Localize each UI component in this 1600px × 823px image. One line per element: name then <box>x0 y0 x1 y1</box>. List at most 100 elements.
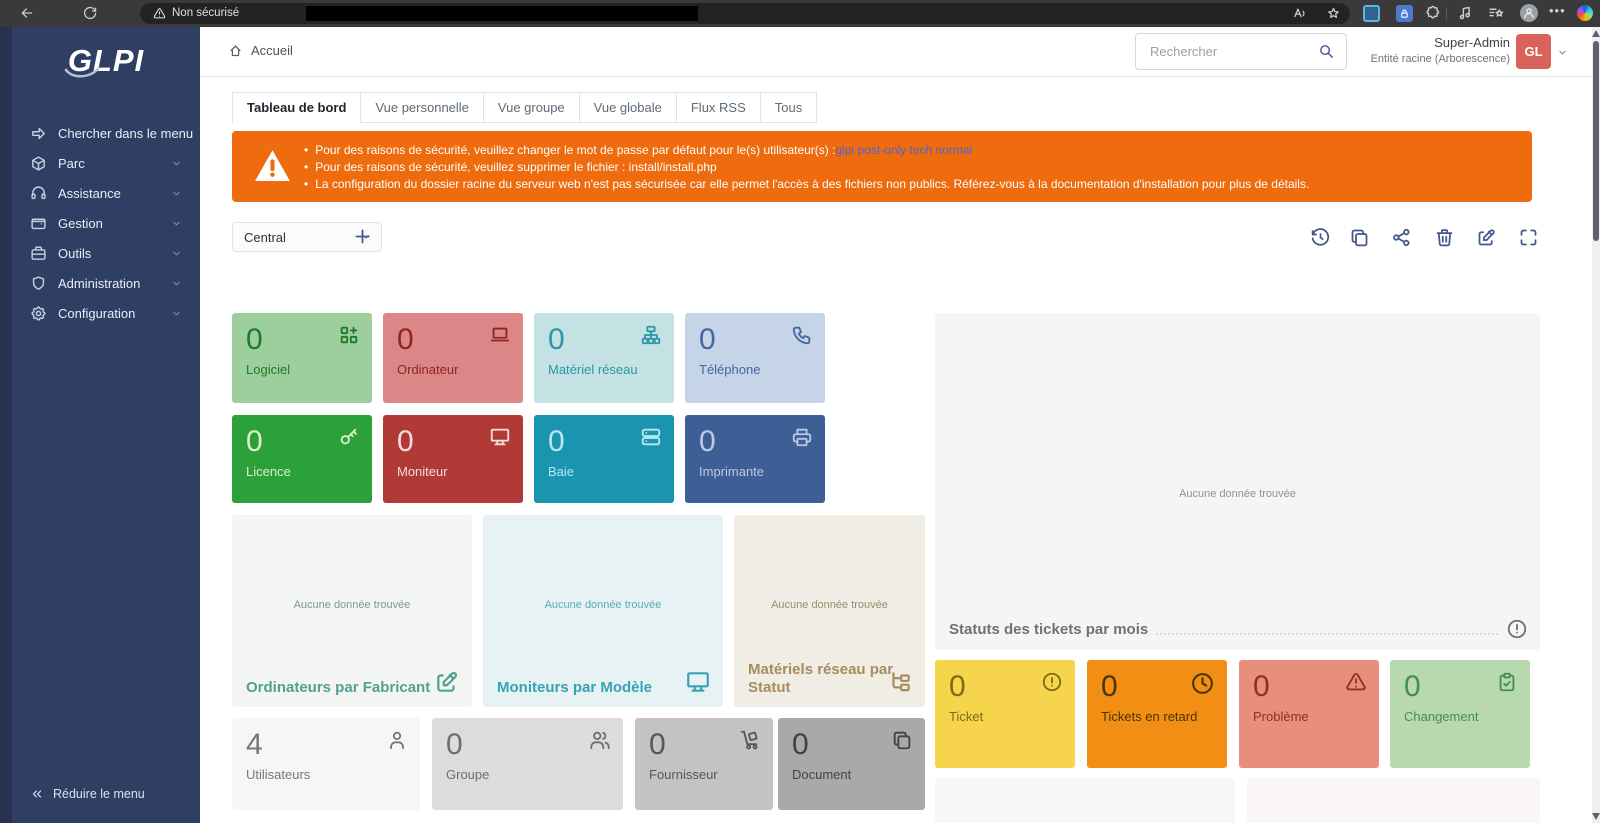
card-changement[interactable]: 0 Changement <box>1390 660 1530 768</box>
card-label: Logiciel <box>246 362 358 377</box>
screen: Non sécurisé ••• GLPI Chercher dans le m… <box>0 0 1600 823</box>
user-menu[interactable]: Super-Admin Entité racine (Arborescence) <box>1371 35 1510 65</box>
scroll-down-arrow[interactable] <box>1592 813 1600 820</box>
network-icon <box>640 324 662 346</box>
edit-dashboard-icon[interactable] <box>1476 227 1497 248</box>
tab-tous[interactable]: Tous <box>760 92 817 123</box>
share-icon[interactable] <box>1391 227 1412 248</box>
global-search <box>1135 33 1347 70</box>
media-controls-icon[interactable] <box>1457 5 1474 22</box>
sidebar-item-chercher[interactable]: Chercher dans le menu <box>0 118 200 148</box>
card-ticket[interactable]: 0 Ticket <box>935 660 1075 768</box>
card-label: Ticket <box>949 709 1061 724</box>
headset-icon <box>30 185 47 202</box>
copilot-icon[interactable] <box>1577 5 1593 21</box>
card-imprimante[interactable]: 0 Imprimante <box>685 415 825 503</box>
server-rack-icon <box>640 426 662 448</box>
tree-icon <box>887 669 913 695</box>
tab-tableau-de-bord[interactable]: Tableau de bord <box>232 92 361 123</box>
scrollbar-thumb[interactable] <box>1593 41 1599 241</box>
tab-vue-groupe[interactable]: Vue groupe <box>483 92 580 123</box>
collapse-menu-label: Réduire le menu <box>53 787 145 801</box>
add-dashboard-button[interactable] <box>352 226 373 247</box>
partial-card <box>1247 778 1540 823</box>
monitor-icon <box>489 426 511 448</box>
sidebar-item-parc[interactable]: Parc <box>0 148 200 178</box>
card-ordinateur[interactable]: 0 Ordinateur <box>383 313 523 403</box>
card-label: Matériel réseau <box>548 362 660 377</box>
clipboard-check-icon <box>1496 671 1518 693</box>
card-tickets-en-retard[interactable]: 0 Tickets en retard <box>1087 660 1227 768</box>
info-circle-icon[interactable] <box>1506 618 1528 640</box>
collapse-menu-button[interactable]: Réduire le menu <box>30 787 145 801</box>
card-logiciel[interactable]: 0 Logiciel <box>232 313 372 403</box>
chevron-down-icon <box>171 158 182 169</box>
warning-users-link[interactable]: glpi post-only tech normal <box>835 142 972 159</box>
sidebar-item-label: Gestion <box>58 216 103 231</box>
chevron-down-icon <box>171 218 182 229</box>
browser-profile-icon[interactable] <box>1520 4 1538 22</box>
card-groupe[interactable]: 0 Groupe <box>432 718 623 810</box>
glpi-logo[interactable]: GLPI <box>12 43 200 79</box>
tab-vue-globale[interactable]: Vue globale <box>579 92 677 123</box>
card-probleme[interactable]: 0 Problème <box>1239 660 1379 768</box>
sidebar-item-label: Chercher dans le menu <box>58 126 193 141</box>
fullscreen-icon[interactable] <box>1518 227 1539 248</box>
lock-icon <box>1399 8 1410 19</box>
favorite-star-icon[interactable] <box>1326 6 1341 21</box>
warning-line: La configuration du dossier racine du se… <box>304 176 1309 193</box>
card-fournisseur[interactable]: 0 Fournisseur <box>635 718 773 810</box>
address-bar[interactable]: Non sécurisé <box>140 3 1350 24</box>
tab-flux-rss[interactable]: Flux RSS <box>676 92 761 123</box>
wallet-icon <box>30 215 47 232</box>
card-label: Document <box>792 767 911 782</box>
delete-icon[interactable] <box>1434 227 1455 248</box>
card-label: Ordinateur <box>397 362 509 377</box>
sidebar-item-outils[interactable]: Outils <box>0 238 200 268</box>
users-icon <box>589 729 611 751</box>
key-icon <box>338 426 360 448</box>
printer-icon <box>791 426 813 448</box>
tab-vue-personnelle[interactable]: Vue personnelle <box>360 92 483 123</box>
avatar[interactable]: GL <box>1516 34 1551 69</box>
scroll-up-arrow[interactable] <box>1592 30 1600 37</box>
read-aloud-icon[interactable] <box>1292 6 1307 21</box>
search-input[interactable] <box>1148 43 1312 60</box>
breadcrumb[interactable]: Accueil <box>228 43 293 58</box>
extensions-icon[interactable] <box>1425 5 1442 22</box>
card-baie[interactable]: 0 Baie <box>534 415 674 503</box>
briefcase-icon <box>30 245 47 262</box>
card-telephone[interactable]: 0 Téléphone <box>685 313 825 403</box>
card-moniteur[interactable]: 0 Moniteur <box>383 415 523 503</box>
screenshot-icon[interactable] <box>1363 5 1380 22</box>
card-value: 4 <box>246 726 406 764</box>
card-label: Imprimante <box>699 464 811 479</box>
collections-icon[interactable] <box>1488 5 1505 22</box>
card-document[interactable]: 0 Document <box>778 718 925 810</box>
card-utilisateurs[interactable]: 4 Utilisateurs <box>232 718 420 810</box>
password-manager-icon[interactable] <box>1396 5 1413 22</box>
browser-reload-icon[interactable] <box>82 5 98 21</box>
sidebar-item-assistance[interactable]: Assistance <box>0 178 200 208</box>
empty-data-text: Aucune donnée trouvée <box>232 599 472 611</box>
chart-title: Matériels réseau par Statut <box>748 661 895 699</box>
sidebar-item-gestion[interactable]: Gestion <box>0 208 200 238</box>
security-label: Non sécurisé <box>172 7 239 19</box>
browser-back-icon[interactable] <box>19 5 35 21</box>
toolbar-divider <box>1446 7 1447 20</box>
clone-icon[interactable] <box>1349 227 1370 248</box>
card-materiel-reseau[interactable]: 0 Matériel réseau <box>534 313 674 403</box>
chart-footer: Statuts des tickets par mois <box>949 618 1528 640</box>
history-icon[interactable] <box>1310 227 1331 248</box>
sidebar-item-administration[interactable]: Administration <box>0 268 200 298</box>
search-icon[interactable] <box>1318 43 1335 60</box>
empty-data-text: Aucune donnée trouvée <box>734 599 925 611</box>
chart-moniteurs-par-modele: Aucune donnée trouvée Moniteurs par Modè… <box>483 515 723 707</box>
chart-title: Ordinateurs par Fabricant <box>246 679 430 698</box>
vertical-scrollbar[interactable] <box>1592 27 1600 823</box>
sidebar-item-configuration[interactable]: Configuration <box>0 298 200 328</box>
user-chevron-down-icon[interactable] <box>1557 47 1568 58</box>
browser-menu-icon[interactable]: ••• <box>1549 3 1566 18</box>
card-label: Téléphone <box>699 362 811 377</box>
card-licence[interactable]: 0 Licence <box>232 415 372 503</box>
